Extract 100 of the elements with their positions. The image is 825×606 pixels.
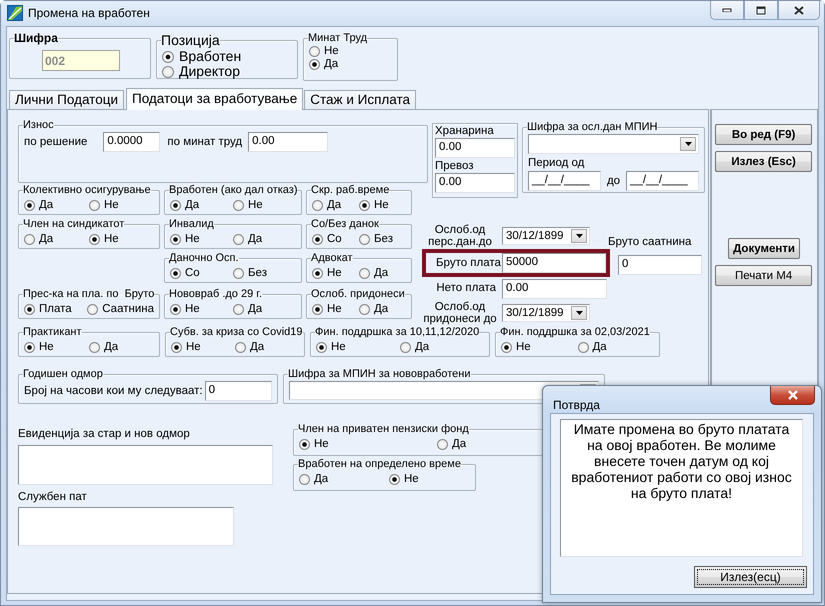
- radio-button[interactable]: Со: [312, 232, 342, 246]
- radio-button[interactable]: Не: [24, 340, 54, 354]
- radio-button[interactable]: Директор: [162, 64, 240, 79]
- input-field[interactable]: 0: [618, 255, 702, 275]
- radio-button[interactable]: Не: [299, 438, 329, 450]
- group-label: Колективно осигурување: [23, 185, 151, 196]
- radio-button[interactable]: Вработен: [162, 49, 242, 64]
- radio-button[interactable]: Без: [359, 232, 393, 246]
- radio-button[interactable]: Да: [359, 266, 388, 280]
- group-label: Член на приватен пензиски фонд: [298, 424, 469, 435]
- group-label: Субв. за криза со Covid19: [170, 327, 302, 338]
- radio-button[interactable]: Да: [578, 340, 607, 354]
- tab[interactable]: Лични Податоци: [9, 90, 124, 109]
- app-logo-icon: [7, 5, 23, 21]
- radio-button[interactable]: Не: [316, 340, 346, 354]
- input-field[interactable]: 0: [204, 381, 272, 401]
- radio-button[interactable]: Да: [233, 302, 262, 316]
- input-field[interactable]: 0.00: [502, 278, 607, 298]
- radio-button[interactable]: Да: [312, 198, 342, 212]
- radio-button[interactable]: Да: [309, 58, 338, 71]
- button[interactable]: Излез (Esc): [715, 151, 812, 172]
- field-label: по решение: [24, 136, 88, 148]
- group-label: Прес-ка на пла. по Бруто: [23, 289, 154, 300]
- dropdown-field[interactable]: [528, 134, 699, 154]
- input-field[interactable]: 0.0000: [103, 132, 160, 152]
- radio-button[interactable]: Без: [233, 266, 267, 280]
- radio-button[interactable]: Да: [170, 198, 200, 212]
- field-label: по минат труд: [167, 136, 242, 148]
- maximize-icon: [756, 6, 766, 14]
- radio-button[interactable]: Да: [359, 302, 388, 316]
- close-button[interactable]: [778, 1, 820, 20]
- caret-down-icon: [684, 142, 692, 146]
- close-icon: [794, 6, 804, 14]
- button[interactable]: Документи: [728, 238, 800, 259]
- radio-button[interactable]: Плата: [24, 302, 72, 316]
- field-label: Бруто саатнина: [608, 236, 692, 249]
- field-label: Превоз: [435, 160, 475, 173]
- message-text: Имате промена во бруто платата на овој вработен. Ве молиме внесете точен датум од кој вработениот работи со овој износ на бруто плата!: [560, 419, 803, 557]
- input-field[interactable]: 0.00: [248, 132, 328, 152]
- radio-button[interactable]: Не: [312, 266, 342, 280]
- dropdown-button[interactable]: [571, 229, 587, 243]
- group-label: Даночно Осп.: [169, 253, 239, 264]
- radio-button[interactable]: Да: [299, 472, 328, 486]
- radio-button[interactable]: Да: [400, 340, 430, 354]
- group-label: Скр. раб.време: [311, 185, 390, 196]
- radio-button[interactable]: Не: [170, 232, 200, 246]
- radio-button[interactable]: Не: [233, 198, 263, 212]
- radio-button[interactable]: Да: [235, 340, 264, 354]
- caret-down-icon: [576, 311, 582, 315]
- date-field[interactable]: __/__/____: [626, 171, 699, 191]
- group-label: Практикант: [23, 327, 82, 338]
- group-label: Вработен на определено време: [298, 459, 461, 470]
- caret-down-icon: [576, 234, 582, 238]
- minimize-button[interactable]: [710, 1, 744, 20]
- tab[interactable]: Податоци за вработување: [126, 88, 304, 110]
- date-picker[interactable]: 30/12/1899: [502, 304, 590, 322]
- radio-button[interactable]: Не: [171, 340, 201, 354]
- button[interactable]: Во ред (F9): [715, 124, 812, 145]
- group-label: Позиција: [161, 33, 220, 48]
- text-area[interactable]: [18, 445, 273, 485]
- minimize-icon: [722, 8, 732, 12]
- dropdown-button[interactable]: [571, 306, 587, 320]
- input-field[interactable]: 0.00: [435, 138, 515, 158]
- field-label: Нето плата: [435, 282, 497, 295]
- input-field[interactable]: 0.00: [435, 173, 515, 193]
- radio-button[interactable]: Да: [24, 232, 54, 246]
- date-picker[interactable]: 30/12/1899: [502, 227, 590, 245]
- text-area[interactable]: [18, 507, 234, 546]
- exit-button[interactable]: Излез(есц): [694, 566, 807, 588]
- radio-button[interactable]: Саатнина: [87, 302, 154, 316]
- radio-button[interactable]: Не: [359, 198, 389, 212]
- tab[interactable]: Стаж и Исплата: [304, 90, 416, 109]
- radio-button[interactable]: Не: [389, 472, 419, 486]
- date-field[interactable]: __/__/____: [528, 171, 601, 191]
- dialog-title: Потврда: [553, 398, 600, 412]
- radio-button[interactable]: Не: [89, 198, 119, 212]
- group-label: Фин. поддршка за 10,11,12/2020: [315, 327, 480, 338]
- field-label: Евиденција за стар и нов одмор: [18, 428, 191, 441]
- button[interactable]: Печати М4: [715, 265, 812, 286]
- group-label: Ослоб. придонеси: [311, 289, 405, 300]
- radio-button[interactable]: Со: [170, 266, 200, 280]
- radio-button[interactable]: Да: [89, 340, 118, 354]
- radio-button[interactable]: Не: [89, 232, 119, 246]
- radio-button[interactable]: Не: [312, 302, 342, 316]
- radio-button[interactable]: Да: [233, 232, 262, 246]
- close-icon: [786, 390, 798, 400]
- group-label: Шифра за МПИН за нововработени: [288, 369, 471, 380]
- group-label: Со/Без данок: [311, 219, 379, 230]
- radio-button[interactable]: Не: [309, 45, 339, 58]
- group-label: Инвалид: [169, 219, 214, 230]
- radio-button[interactable]: Не: [501, 340, 531, 354]
- input-field[interactable]: 50000: [502, 253, 606, 273]
- radio-button[interactable]: Да: [24, 198, 54, 212]
- radio-button[interactable]: Не: [170, 302, 200, 316]
- field-label: Службен пат: [18, 491, 88, 504]
- radio-button[interactable]: Да: [437, 438, 466, 450]
- close-button[interactable]: [770, 386, 815, 405]
- group-label: Член на синдикатот: [23, 219, 124, 230]
- maximize-button[interactable]: [744, 1, 778, 20]
- dropdown-button[interactable]: [680, 137, 696, 151]
